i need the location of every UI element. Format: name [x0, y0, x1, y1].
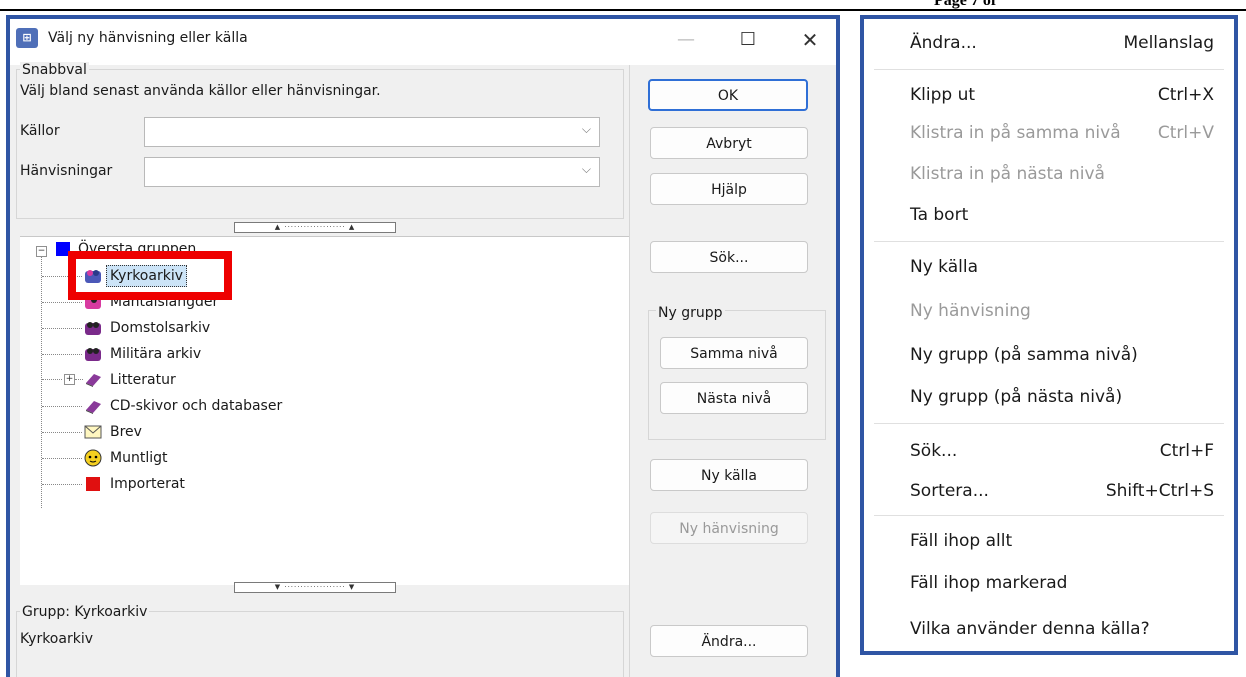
- menu-shortcut: Shift+Ctrl+S: [1105, 481, 1214, 501]
- red-square-icon: [86, 477, 100, 491]
- menu-separator: [874, 69, 1224, 70]
- kallor-label: Källor: [20, 123, 60, 139]
- menu-shortcut: Ctrl+X: [1157, 85, 1214, 105]
- tree-connector: [75, 379, 83, 380]
- menu-item-klipp-ut[interactable]: Klipp ut Ctrl+X: [910, 81, 1230, 109]
- archive-icon: [84, 346, 102, 362]
- tree-item-litteratur[interactable]: Litteratur: [110, 369, 176, 391]
- snabbval-hint: Välj bland senast använda källor eller h…: [20, 83, 381, 99]
- same-level-button[interactable]: Samma nivå: [660, 337, 808, 369]
- next-level-button[interactable]: Nästa nivå: [660, 382, 808, 414]
- tree-connector: [42, 432, 82, 433]
- envelope-icon: [84, 425, 102, 441]
- menu-separator: [874, 515, 1224, 516]
- menu-label: Fäll ihop markerad: [910, 573, 1068, 593]
- search-button[interactable]: Sök...: [650, 241, 808, 273]
- close-button[interactable]: ✕: [790, 25, 830, 55]
- hanvisningar-label: Hänvisningar: [20, 163, 113, 179]
- title-bar: ⊞ Välj ny hänvisning eller källa — ☐ ✕: [10, 19, 836, 65]
- tree-connector: [41, 254, 42, 508]
- menu-item-vilka-anvander[interactable]: Vilka använder denna källa?: [910, 615, 1230, 643]
- app-icon: ⊞: [16, 28, 38, 48]
- pane-divider: [629, 65, 630, 677]
- menu-item-klistra-nasta[interactable]: Klistra in på nästa nivå: [910, 160, 1230, 188]
- menu-shortcut: Ctrl+F: [1159, 441, 1214, 461]
- page-rule: [0, 9, 1246, 11]
- tree-connector: [42, 484, 82, 485]
- new-reference-button[interactable]: Ny hänvisning: [650, 512, 808, 544]
- help-button[interactable]: Hjälp: [650, 173, 808, 205]
- menu-item-ny-grupp-samma[interactable]: Ny grupp (på samma nivå): [910, 341, 1230, 369]
- tree-item-muntligt[interactable]: Muntligt: [110, 447, 167, 469]
- book-icon: [84, 398, 102, 414]
- menu-item-ny-kalla[interactable]: Ny källa: [910, 253, 1230, 281]
- tree-connector: [42, 406, 82, 407]
- tree-item-brev[interactable]: Brev: [110, 421, 142, 443]
- menu-item-fall-ihop-allt[interactable]: Fäll ihop allt: [910, 527, 1230, 555]
- book-icon: [84, 371, 102, 387]
- expand-icon[interactable]: +: [64, 374, 75, 385]
- kallor-combo[interactable]: ⌵: [144, 117, 600, 147]
- tree-item-domstolsarkiv[interactable]: Domstolsarkiv: [110, 317, 210, 339]
- tree-item-cd-skivor[interactable]: CD-skivor och databaser: [110, 395, 282, 417]
- dialog-title: Välj ny hänvisning eller källa: [48, 30, 248, 46]
- details-value: Kyrkoarkiv: [20, 631, 93, 647]
- chevron-down-icon: ⌵: [581, 162, 591, 176]
- menu-item-sok[interactable]: Sök... Ctrl+F: [910, 437, 1230, 465]
- maximize-button[interactable]: ☐: [728, 25, 768, 55]
- menu-item-ny-hanvisning[interactable]: Ny hänvisning: [910, 297, 1230, 325]
- tree-connector: [42, 379, 62, 380]
- archive-icon: [84, 320, 102, 336]
- menu-shortcut: Ctrl+V: [1157, 123, 1214, 143]
- menu-label: Fäll ihop allt: [910, 531, 1013, 551]
- hanvisningar-combo[interactable]: ⌵: [144, 157, 600, 187]
- menu-separator: [874, 423, 1224, 424]
- tree-connector: [42, 302, 82, 303]
- ok-button[interactable]: OK: [648, 79, 808, 111]
- tree-item-importerat[interactable]: Importerat: [110, 473, 185, 495]
- menu-label: Ny grupp (på nästa nivå): [910, 387, 1123, 407]
- menu-label: Ny grupp (på samma nivå): [910, 345, 1138, 365]
- splitter-up-handle[interactable]: ▲ ··················· ▲: [234, 222, 396, 233]
- splitter-down-handle[interactable]: ▼ ··················· ▼: [234, 582, 396, 593]
- details-legend: Grupp: Kyrkoarkiv: [20, 604, 150, 620]
- menu-label: Vilka använder denna källa?: [910, 619, 1150, 639]
- source-dialog: ⊞ Välj ny hänvisning eller källa — ☐ ✕ S…: [6, 15, 840, 677]
- menu-label: Sök...: [910, 441, 958, 461]
- new-source-button[interactable]: Ny källa: [650, 459, 808, 491]
- ny-grupp-legend: Ny grupp: [656, 305, 725, 321]
- menu-item-ta-bort[interactable]: Ta bort: [910, 201, 1230, 229]
- snabbval-legend: Snabbval: [20, 62, 89, 78]
- collapse-icon[interactable]: −: [36, 246, 47, 257]
- menu-item-fall-ihop-markerad[interactable]: Fäll ihop markerad: [910, 569, 1230, 597]
- tree-connector: [42, 458, 82, 459]
- page-header: Page 7 of: [934, 0, 997, 9]
- menu-shortcut: Mellanslag: [1123, 33, 1214, 53]
- menu-item-sortera[interactable]: Sortera... Shift+Ctrl+S: [910, 477, 1230, 505]
- menu-item-ny-grupp-nasta[interactable]: Ny grupp (på nästa nivå): [910, 383, 1230, 411]
- menu-label: Ta bort: [910, 205, 969, 225]
- tree-item-militara-arkiv[interactable]: Militära arkiv: [110, 343, 201, 365]
- face-icon: [84, 449, 102, 467]
- tree-connector: [42, 354, 82, 355]
- chevron-down-icon: ⌵: [581, 122, 591, 136]
- menu-item-andra[interactable]: Ändra... Mellanslag: [910, 29, 1230, 57]
- ny-grupp-group: [648, 310, 826, 440]
- tree-connector: [42, 328, 82, 329]
- menu-item-klistra-samma[interactable]: Klistra in på samma nivå Ctrl+V: [910, 119, 1230, 147]
- edit-button[interactable]: Ändra...: [650, 625, 808, 657]
- minimize-button[interactable]: —: [666, 25, 706, 55]
- menu-label: Klistra in på nästa nivå: [910, 164, 1105, 184]
- menu-label: Klipp ut: [910, 85, 976, 105]
- menu-label: Sortera...: [910, 481, 989, 501]
- context-menu: Ändra... Mellanslag Klipp ut Ctrl+X Klistr…: [860, 15, 1238, 655]
- menu-label: Klistra in på samma nivå: [910, 123, 1121, 143]
- menu-label: Ändra...: [910, 33, 977, 53]
- highlight-box: [68, 251, 232, 300]
- menu-label: Ny källa: [910, 257, 979, 277]
- details-group: [16, 611, 624, 677]
- cancel-button[interactable]: Avbryt: [650, 127, 808, 159]
- menu-label: Ny hänvisning: [910, 301, 1031, 321]
- menu-separator: [874, 241, 1224, 242]
